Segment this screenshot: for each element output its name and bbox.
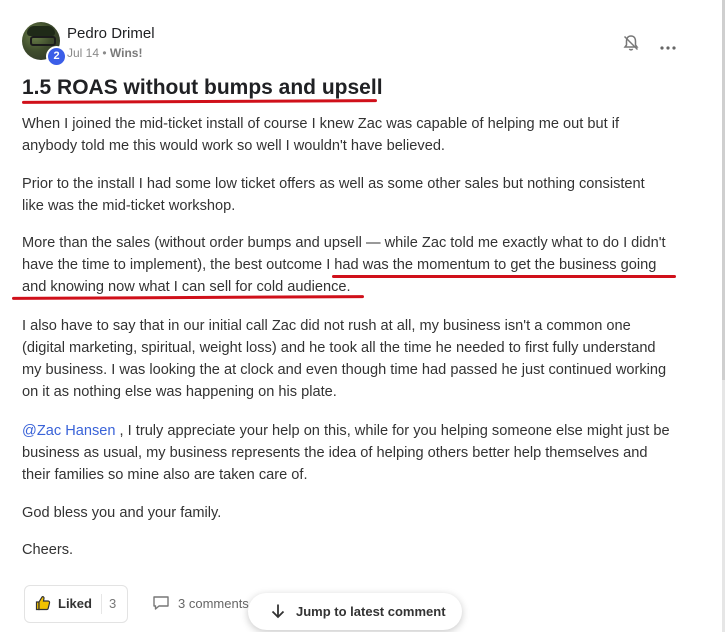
text-fragment: , I truly appreciate your help on this, …: [115, 423, 670, 439]
text-line: on it as nothing else was happening on h…: [22, 384, 337, 400]
annotation-underline: [11, 295, 365, 300]
text-line: my business. I was looking the at clock …: [22, 362, 667, 378]
paragraph-6: God bless you and your family.: [22, 505, 222, 521]
like-button[interactable]: Liked 3: [24, 585, 128, 623]
text-line: like was the mid-ticket workshop.: [22, 198, 236, 214]
text-line: More than the sales (without order bumps…: [22, 235, 666, 251]
more-horizontal-icon[interactable]: [660, 38, 676, 56]
bell-off-icon[interactable]: [622, 34, 640, 52]
comments-count-label: 3 comments: [178, 596, 249, 611]
paragraph-1: When I joined the mid-ticket install of …: [22, 113, 692, 157]
avatar-glasses: [30, 36, 56, 46]
level-badge: 2: [46, 46, 67, 67]
author-name[interactable]: Pedro Drimel: [67, 25, 155, 42]
text-line: (digital marketing, spiritual, weight lo…: [22, 340, 656, 356]
divider: [101, 594, 102, 614]
text-line: Prior to the install I had some low tick…: [22, 176, 645, 192]
text-line: anybody told me this would work so well …: [22, 138, 445, 154]
paragraph-7: Cheers.: [22, 542, 74, 558]
title-annotation-underline: [21, 99, 378, 104]
comment-icon: [152, 595, 170, 614]
arrow-down-icon: [270, 603, 286, 624]
post-date: Jul 14: [67, 46, 100, 60]
paragraph-5: @Zac Hansen , I truly appreciate your he…: [22, 420, 692, 486]
text-line: have the time to implement), the best ou…: [22, 257, 657, 273]
post-title: 1.5 ROAS without bumps and upsell: [22, 76, 383, 99]
user-mention-link[interactable]: @Zac Hansen: [22, 423, 116, 439]
like-count[interactable]: 3: [109, 596, 116, 611]
text-line: business as usual, my business represent…: [22, 445, 648, 461]
like-label: Liked: [58, 596, 92, 611]
paragraph-3: More than the sales (without order bumps…: [22, 232, 692, 298]
post-category[interactable]: Wins!: [110, 46, 143, 60]
comments-link[interactable]: 3 comments: [152, 595, 249, 614]
text-line: @Zac Hansen , I truly appreciate your he…: [22, 420, 692, 442]
jump-to-latest-comment-button[interactable]: Jump to latest comment: [248, 593, 462, 630]
post-meta: Jul 14 • Wins!: [67, 46, 142, 60]
text-line: When I joined the mid-ticket install of …: [22, 116, 620, 132]
jump-label: Jump to latest comment: [296, 604, 446, 619]
text-line: I also have to say that in our initial c…: [22, 318, 631, 334]
avatar-hair: [27, 26, 55, 36]
meta-separator: •: [99, 46, 110, 60]
paragraph-4: I also have to say that in our initial c…: [22, 315, 692, 403]
thumbs-up-icon: [35, 595, 51, 611]
annotation-underline: [332, 275, 676, 278]
text-line: their families so mine also are taken ca…: [22, 467, 308, 483]
paragraph-2: Prior to the install I had some low tick…: [22, 173, 692, 217]
